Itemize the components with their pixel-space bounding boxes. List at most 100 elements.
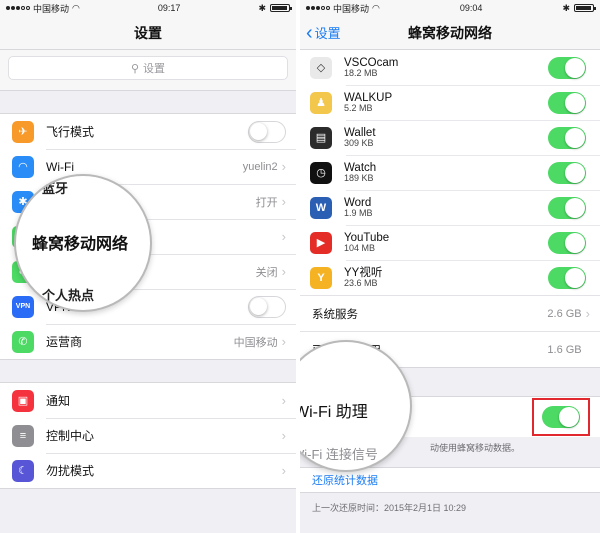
settings-row-value: 打开 xyxy=(255,196,278,209)
toggle-switch[interactable] xyxy=(248,295,286,318)
settings-row-value: 关闭 xyxy=(255,266,278,279)
search-input[interactable]: ⚲ 设置 xyxy=(8,56,288,80)
chevron-right-icon: › xyxy=(281,428,286,443)
settings-row-value: yuelin2 xyxy=(242,160,278,173)
chevron-right-icon: › xyxy=(281,264,286,279)
app-name: WALKUP xyxy=(344,91,393,104)
moon-icon: ☾ xyxy=(12,459,34,482)
toggle-switch[interactable] xyxy=(248,120,286,143)
chevron-right-icon: › xyxy=(281,159,286,174)
youtube-icon: ▶ xyxy=(310,231,332,254)
settings-row[interactable]: ≡ 控制中心 › xyxy=(0,418,296,453)
app-name: Wallet xyxy=(344,126,376,139)
carrier-label: 中国移动 xyxy=(33,3,70,14)
magnified-cellular-label: 蜂窝移动网络 xyxy=(32,236,129,253)
app-cellular-toggle[interactable] xyxy=(548,161,586,184)
wifi-icon: ◠ xyxy=(12,155,34,178)
control-center-icon: ≡ xyxy=(12,424,34,447)
app-data-usage: 309 KB xyxy=(344,137,374,148)
wallet-icon: ▤ xyxy=(310,126,332,149)
status-time: 09:04 xyxy=(459,3,483,13)
app-row: W Word 1.9 MB xyxy=(300,190,600,225)
wifi-status-icon: ◠ xyxy=(72,2,80,13)
battery-icon xyxy=(573,4,596,12)
app-data-usage: 23.6 MB xyxy=(344,277,378,288)
uninstalled-apps-value: 1.6 GB xyxy=(547,343,582,356)
back-button[interactable]: ‹ 设置 xyxy=(306,23,341,43)
yy-icon: Y xyxy=(310,266,332,289)
phone-icon: ✆ xyxy=(12,330,34,353)
settings-row[interactable]: ☾ 勿扰模式 › xyxy=(0,453,296,488)
signal-icon xyxy=(6,6,30,10)
system-services-label: 系统服务 xyxy=(312,308,358,321)
vpn-icon: VPN xyxy=(12,295,34,318)
chevron-right-icon: › xyxy=(281,229,286,244)
chevron-right-icon: › xyxy=(585,306,590,321)
highlight-box xyxy=(532,398,590,436)
reset-stats-label: 还原统计数据 xyxy=(312,475,378,487)
app-data-usage: 18.2 MB xyxy=(344,67,378,78)
magnified-bluetooth-label: 蓝牙 xyxy=(42,181,69,196)
app-data-usage: 189 KB xyxy=(344,172,374,183)
app-name: Word xyxy=(344,196,372,209)
nav-bar: ‹ 设置 蜂窝移动网络 xyxy=(300,16,600,50)
status-time: 09:17 xyxy=(157,3,181,13)
system-services-value: 2.6 GB xyxy=(547,307,582,320)
app-name: YouTube xyxy=(344,231,390,244)
magnifier-callout: 蓝牙 蜂窝移动网络 个人热点 xyxy=(14,174,152,312)
carrier-label: 中国移动 xyxy=(333,3,370,14)
app-cellular-toggle[interactable] xyxy=(548,56,586,79)
settings-row-label: 勿扰模式 xyxy=(46,464,95,478)
page-title: 设置 xyxy=(134,24,162,41)
settings-group-system: ▣ 通知 › ≡ 控制中心 › ☾ 勿扰模式 › xyxy=(0,382,296,489)
app-row: ▤ Wallet 309 KB xyxy=(300,120,600,155)
settings-row-label: 运营商 xyxy=(46,335,83,349)
search-icon: ⚲ xyxy=(130,62,140,75)
app-row: ♟ WALKUP 5.2 MB xyxy=(300,85,600,120)
word-icon: W xyxy=(310,196,332,219)
back-label: 设置 xyxy=(314,26,341,41)
airplane-icon: ✈ xyxy=(12,120,34,143)
bluetooth-status-icon: ✱ xyxy=(562,2,570,13)
app-cellular-toggle[interactable] xyxy=(548,126,586,149)
app-cellular-toggle[interactable] xyxy=(548,196,586,219)
app-cellular-toggle[interactable] xyxy=(548,266,586,289)
status-bar: 中国移动 ◠ 09:17 ✱ xyxy=(0,0,296,16)
chevron-right-icon: › xyxy=(281,194,286,209)
chevron-right-icon: › xyxy=(281,393,286,408)
app-data-usage: 5.2 MB xyxy=(344,102,373,113)
wifi-assist-toggle[interactable] xyxy=(542,406,580,428)
bluetooth-status-icon: ✱ xyxy=(258,2,266,13)
notifications-icon: ▣ xyxy=(12,389,34,412)
vscocam-icon: ◇ xyxy=(310,56,332,79)
settings-row[interactable]: ✆ 运营商 中国移动 › xyxy=(0,324,296,359)
app-row: ◷ Watch 189 KB xyxy=(300,155,600,190)
search-bar: ⚲ 设置 xyxy=(0,50,296,91)
app-cellular-toggle[interactable] xyxy=(548,91,586,114)
app-name: YY视听 xyxy=(344,266,383,279)
settings-row-label: 控制中心 xyxy=(46,429,95,443)
system-services-row[interactable]: 系统服务 2.6 GB › xyxy=(300,295,600,331)
magnified-wifi-assist-label: Wi-Fi 助理 xyxy=(300,404,368,421)
settings-row-value: 中国移动 xyxy=(233,336,278,349)
chevron-left-icon: ‹ xyxy=(306,21,313,44)
wifi-status-icon: ◠ xyxy=(372,2,380,13)
cellular-screen: 中国移动 ◠ 09:04 ✱ ‹ 设置 蜂窝移动网络 ◇ VSCOcam 18.2 … xyxy=(300,0,600,533)
settings-row[interactable]: ▣ 通知 › xyxy=(0,383,296,418)
settings-row[interactable]: ✈ 飞行模式 xyxy=(0,114,296,149)
app-usage-list: ◇ VSCOcam 18.2 MB ♟ WALKUP 5.2 MB ▤ Wallet 309 K… xyxy=(300,50,600,295)
last-reset-info: 上一次还原时间：2015年2月1日 10:29 xyxy=(300,493,600,533)
app-row: ◇ VSCOcam 18.2 MB xyxy=(300,50,600,85)
chevron-right-icon: › xyxy=(281,463,286,478)
app-cellular-toggle[interactable] xyxy=(548,231,586,254)
page-title: 蜂窝移动网络 xyxy=(408,24,492,41)
nav-bar: 设置 xyxy=(0,16,296,50)
walkup-icon: ♟ xyxy=(310,91,332,114)
app-name: Watch xyxy=(344,161,377,174)
search-placeholder: 设置 xyxy=(143,63,166,75)
app-data-usage: 1.9 MB xyxy=(344,207,373,218)
chevron-right-icon: › xyxy=(281,334,286,349)
battery-icon xyxy=(269,4,292,12)
app-row: ▶ YouTube 104 MB xyxy=(300,225,600,260)
signal-icon xyxy=(306,6,330,10)
